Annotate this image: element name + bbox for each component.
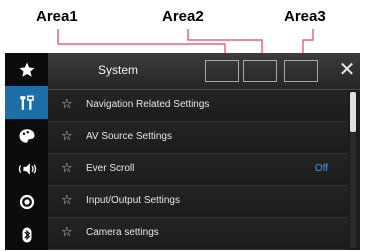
page-title: System [98, 63, 139, 77]
list-item-value: Off [314, 163, 328, 174]
favorite-star-icon[interactable]: ☆ [61, 161, 73, 176]
list-item-label: Navigation Related Settings [86, 99, 210, 110]
sidebar-item-settings[interactable] [5, 86, 48, 119]
header-bar: System ✕ [48, 53, 360, 90]
sidebar-item-favorites[interactable] [5, 53, 48, 86]
favorite-star-icon[interactable]: ☆ [61, 225, 73, 240]
list-item[interactable]: ☆ Ever Scroll Off [48, 154, 348, 186]
list-item-label: AV Source Settings [86, 131, 172, 142]
sidebar-item-av-source[interactable] [5, 185, 48, 218]
speaker-icon [18, 162, 36, 175]
area1-box[interactable] [205, 60, 239, 82]
close-button[interactable]: ✕ [336, 58, 358, 82]
sidebar-item-bluetooth[interactable] [5, 218, 48, 251]
favorite-star-icon[interactable]: ☆ [61, 193, 73, 208]
head-unit-screen: System ✕ ☆ Navigation Related Settings ☆… [5, 53, 360, 250]
list-item[interactable]: ☆ Input/Output Settings [48, 186, 348, 218]
sidebar-item-navigation[interactable] [5, 119, 48, 152]
list-item-label: Camera settings [86, 227, 159, 238]
sidebar-item-audio[interactable] [5, 152, 48, 185]
settings-list: ☆ Navigation Related Settings ☆ AV Sourc… [48, 90, 360, 250]
list-item-label: Input/Output Settings [86, 195, 180, 206]
star-icon [19, 62, 34, 77]
close-icon: ✕ [338, 59, 356, 81]
scrollbar[interactable] [350, 92, 356, 248]
favorite-star-icon[interactable]: ☆ [61, 129, 73, 144]
tools-icon [19, 95, 34, 110]
list-item[interactable]: ☆ AV Source Settings [48, 122, 348, 154]
list-item[interactable]: ☆ Camera settings [48, 218, 348, 250]
sidebar [5, 53, 48, 250]
scrollbar-thumb[interactable] [350, 92, 356, 132]
favorite-star-icon[interactable]: ☆ [61, 97, 73, 112]
record-icon [19, 194, 34, 209]
area2-box[interactable] [243, 60, 277, 82]
list-item-label: Ever Scroll [86, 163, 135, 174]
list-item[interactable]: ☆ Navigation Related Settings [48, 90, 348, 122]
bluetooth-icon [22, 227, 31, 242]
area3-box[interactable] [284, 60, 318, 82]
theme-icon [19, 128, 34, 143]
